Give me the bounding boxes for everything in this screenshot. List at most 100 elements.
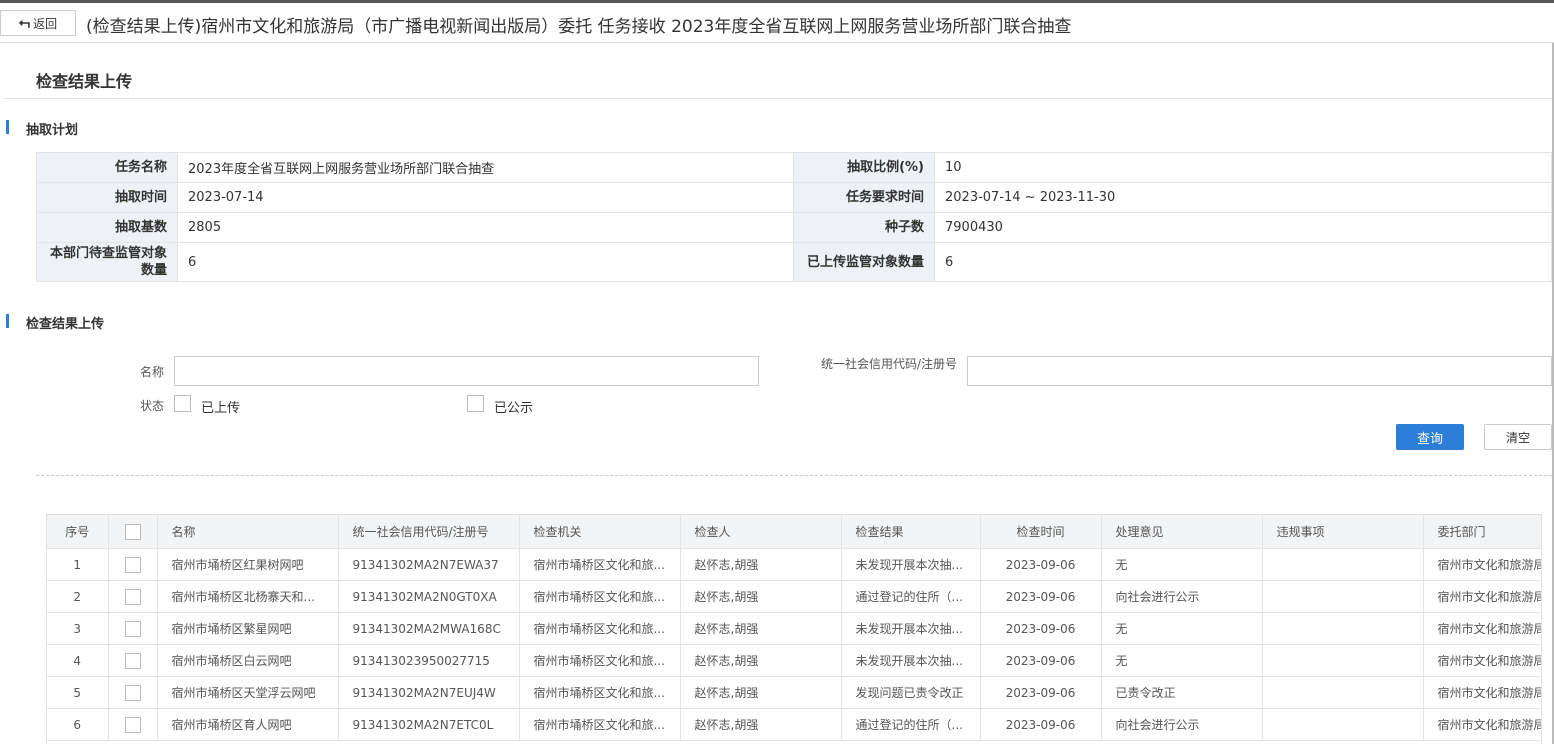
table-cell <box>1261 612 1424 645</box>
table-cell: 宿州市埇桥区文化和旅... <box>518 548 681 581</box>
table-cell: 通过登记的住所（... <box>840 580 981 613</box>
plan-value: 2023-07-14 <box>177 182 794 213</box>
plan-label: 任务名称 <box>36 152 178 183</box>
table-cell: 未发现开展本次抽... <box>840 612 981 645</box>
plan-label: 已上传监管对象数量 <box>793 242 935 282</box>
table-cell: 宿州市埇桥区育人网吧 <box>156 708 339 741</box>
row-checkbox-cell[interactable] <box>107 676 158 709</box>
table-cell: 未发现开展本次抽... <box>840 548 981 581</box>
table-cell: 3 <box>47 612 109 645</box>
table-cell: 宿州市文化和旅游局 <box>1422 708 1541 741</box>
status-label: 状态 <box>139 399 164 413</box>
clear-button[interactable]: 清空 <box>1484 424 1552 450</box>
table-cell: 2023-09-06 <box>979 708 1102 741</box>
name-input[interactable] <box>174 356 759 386</box>
section-heading-upload: 检查结果上传 <box>6 313 104 332</box>
row-checkbox[interactable] <box>124 620 141 637</box>
column-header: 处理意见 <box>1100 515 1263 549</box>
plan-value: 2023年度全省互联网上网服务营业场所部门联合抽查 <box>177 152 794 183</box>
table-cell: 91341302MA2MWA168C <box>337 612 520 645</box>
column-header: 检查时间 <box>979 515 1102 549</box>
back-button[interactable]: ⮢ 返回 <box>0 10 76 36</box>
column-header: 序号 <box>47 515 109 549</box>
table-cell: 赵怀志,胡强 <box>679 580 842 613</box>
table-cell: 5 <box>47 676 109 709</box>
page-title: 检查结果上传 <box>36 72 133 91</box>
table-cell <box>1261 548 1424 581</box>
table-cell: 宿州市埇桥区文化和旅... <box>518 676 681 709</box>
row-checkbox[interactable] <box>124 652 141 669</box>
table-row[interactable]: 6 宿州市埇桥区育人网吧 91341302MA2N7ETC0L 宿州市埇桥区文化和旅.… <box>47 708 1541 741</box>
table-cell: 通过登记的住所（... <box>840 708 981 741</box>
plan-label: 抽取基数 <box>36 212 178 243</box>
table-cell: 91341302MA2N7EUJ4W <box>337 676 520 709</box>
table-cell: 宿州市埇桥区红果树网吧 <box>156 548 339 581</box>
row-checkbox[interactable] <box>124 684 141 701</box>
row-checkbox[interactable] <box>124 588 141 605</box>
select-all-checkbox-cell[interactable] <box>107 515 158 549</box>
table-cell: 赵怀志,胡强 <box>679 644 842 677</box>
table-cell: 2023-09-06 <box>979 580 1102 613</box>
select-all-checkbox[interactable] <box>124 523 141 540</box>
table-cell: 91341302MA2N0GT0XA <box>337 580 520 613</box>
table-cell: 2023-09-06 <box>979 676 1102 709</box>
name-label: 名称 <box>139 365 164 379</box>
uploaded-checkbox[interactable] <box>174 395 191 412</box>
column-header: 违规事项 <box>1261 515 1424 549</box>
plan-label: 抽取比例(%) <box>793 152 935 183</box>
table-cell: 1 <box>47 548 109 581</box>
row-checkbox[interactable] <box>124 716 141 733</box>
table-row[interactable]: 3 宿州市埇桥区繁星网吧 91341302MA2MWA168C 宿州市埇桥区文化和旅.… <box>47 612 1541 645</box>
row-checkbox[interactable] <box>124 556 141 573</box>
table-cell: 发现问题已责令改正 <box>840 676 981 709</box>
published-checkbox[interactable] <box>467 395 484 412</box>
table-cell: 赵怀志,胡强 <box>679 548 842 581</box>
plan-label: 抽取时间 <box>36 182 178 213</box>
table-cell: 2023-09-06 <box>979 548 1102 581</box>
row-checkbox-cell[interactable] <box>107 580 158 613</box>
published-option-label: 已公示 <box>494 401 534 416</box>
plan-value: 2023-07-14 ~ 2023-11-30 <box>934 182 1552 213</box>
column-header: 检查机关 <box>518 515 681 549</box>
plan-info-table: 任务名称 2023年度全省互联网上网服务营业场所部门联合抽查 抽取比例(%) 10 抽取… <box>36 152 1552 282</box>
table-cell <box>1261 644 1424 677</box>
table-row[interactable]: 4 宿州市埇桥区白云网吧 913413023950027715 宿州市埇桥区文化和旅.… <box>47 644 1541 677</box>
row-checkbox-cell[interactable] <box>107 612 158 645</box>
table-row[interactable]: 2 宿州市埇桥区北杨寨天和... 91341302MA2N0GT0XA 宿州市埇桥区文… <box>47 580 1541 613</box>
table-cell: 91341302MA2N7EWA37 <box>337 548 520 581</box>
search-button[interactable]: 查询 <box>1396 424 1464 450</box>
credit-code-input[interactable] <box>967 356 1552 386</box>
plan-label: 本部门待查监管对象数量 <box>36 242 178 282</box>
table-cell: 向社会进行公示 <box>1100 580 1263 613</box>
column-header: 检查人 <box>679 515 842 549</box>
table-cell: 6 <box>47 708 109 741</box>
table-cell: 宿州市埇桥区天堂浮云网吧 <box>156 676 339 709</box>
table-cell: 无 <box>1100 548 1263 581</box>
results-grid: 序号 名称 统一社会信用代码/注册号 检查机关 检查人 检查结果 检查时间 处理意见 违规事项委… <box>46 514 1542 744</box>
table-cell: 向社会进行公示 <box>1100 708 1263 741</box>
column-header: 检查结果 <box>840 515 981 549</box>
table-cell: 宿州市文化和旅游局 <box>1422 548 1541 581</box>
table-row[interactable]: 5 宿州市埇桥区天堂浮云网吧 91341302MA2N7EUJ4W 宿州市埇桥区文化和… <box>47 676 1541 709</box>
table-cell: 2023-09-06 <box>979 644 1102 677</box>
plan-row: 任务名称 2023年度全省互联网上网服务营业场所部门联合抽查 抽取比例(%) 10 <box>36 152 1552 183</box>
table-cell: 赵怀志,胡强 <box>679 676 842 709</box>
table-cell: 2023-09-06 <box>979 612 1102 645</box>
row-checkbox-cell[interactable] <box>107 644 158 677</box>
column-header: 委托部门 <box>1422 515 1541 549</box>
table-row[interactable]: 1 宿州市埇桥区红果树网吧 91341302MA2N7EWA37 宿州市埇桥区文化和旅… <box>47 548 1541 581</box>
table-cell: 赵怀志,胡强 <box>679 612 842 645</box>
results-table: 序号 名称 统一社会信用代码/注册号 检查机关 检查人 检查结果 检查时间 处理意见 违规事项委… <box>47 515 1541 741</box>
top-bar: ⮢ 返回 (检查结果上传)宿州市文化和旅游局（市广播电视新闻出版局）委托 任务接… <box>0 0 1554 43</box>
row-checkbox-cell[interactable] <box>107 708 158 741</box>
column-header: 名称 <box>156 515 339 549</box>
table-cell: 未发现开展本次抽... <box>840 644 981 677</box>
table-cell: 无 <box>1100 612 1263 645</box>
dashed-divider <box>36 475 1552 476</box>
table-cell: 宿州市埇桥区文化和旅... <box>518 708 681 741</box>
table-cell: 91341302MA2N7ETC0L <box>337 708 520 741</box>
plan-row: 抽取基数 2805 种子数 7900430 <box>36 212 1552 243</box>
divider <box>4 98 1552 99</box>
row-checkbox-cell[interactable] <box>107 548 158 581</box>
table-cell: 宿州市埇桥区北杨寨天和... <box>156 580 339 613</box>
